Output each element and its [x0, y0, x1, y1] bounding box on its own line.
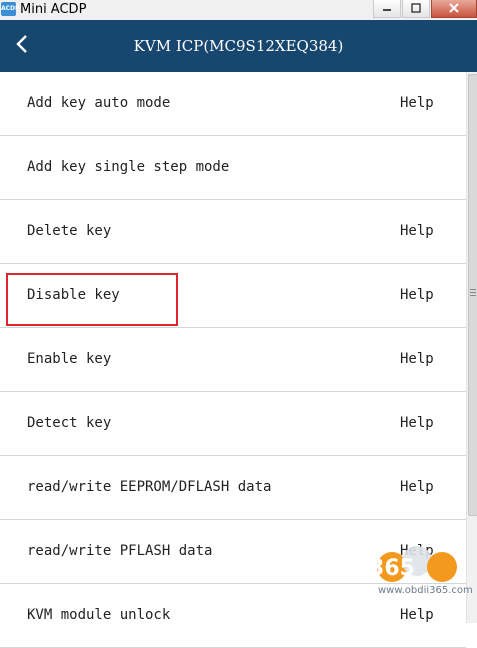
window-controls — [372, 0, 477, 19]
minimize-icon — [382, 0, 392, 18]
help-link[interactable]: Help — [400, 415, 434, 431]
list-item-label: read/write EEPROM/DFLASH data — [27, 479, 272, 495]
list-item-disable-key[interactable]: Disable key Help — [0, 264, 466, 328]
list-item-label: Add key auto mode — [27, 95, 171, 111]
help-link[interactable]: Help — [400, 479, 434, 495]
help-link[interactable]: Help — [400, 223, 434, 239]
app-header: KVM ICP(MC9S12XEQ384) — [0, 20, 477, 72]
grip-icon — [470, 289, 476, 298]
minimize-button[interactable] — [373, 0, 401, 18]
help-link[interactable]: Help — [400, 607, 434, 623]
list-item-label: KVM module unlock — [27, 607, 171, 623]
list-item-label: Enable key — [27, 351, 112, 367]
logo-digit-1: 365 — [372, 556, 415, 581]
help-link[interactable]: Help — [400, 95, 434, 111]
window-title: Mini ACDP — [20, 2, 87, 17]
window-title-bar: ACDP Mini ACDP — [0, 0, 477, 21]
close-button[interactable] — [431, 0, 477, 18]
list-item-enable-key[interactable]: Enable key Help — [0, 328, 466, 392]
page-title: KVM ICP(MC9S12XEQ384) — [133, 37, 344, 55]
list-item-label: Add key single step mode — [27, 159, 230, 175]
list-item-detect-key[interactable]: Detect key Help — [0, 392, 466, 456]
list-item-eeprom-dflash[interactable]: read/write EEPROM/DFLASH data Help — [0, 456, 466, 520]
help-link[interactable]: Help — [400, 287, 434, 303]
maximize-button[interactable] — [402, 0, 430, 18]
close-icon — [449, 0, 459, 18]
app-icon: ACDP — [1, 2, 19, 16]
maximize-icon — [411, 0, 421, 18]
scrollbar-thumb[interactable] — [468, 74, 477, 516]
list-item-add-key-single-step[interactable]: Add key single step mode — [0, 136, 466, 200]
vertical-scrollbar[interactable] — [466, 72, 477, 623]
list-item-delete-key[interactable]: Delete key Help — [0, 200, 466, 264]
list-item-label: Detect key — [27, 415, 112, 431]
list-item-label: Delete key — [27, 223, 112, 239]
list-item-label: read/write PFLASH data — [27, 543, 213, 559]
watermark-url: www.obdii365.com — [378, 585, 473, 596]
list-item-label: Disable key — [27, 287, 120, 303]
help-link[interactable]: Help — [400, 351, 434, 367]
list-item-add-key-auto[interactable]: Add key auto mode Help — [0, 72, 466, 136]
